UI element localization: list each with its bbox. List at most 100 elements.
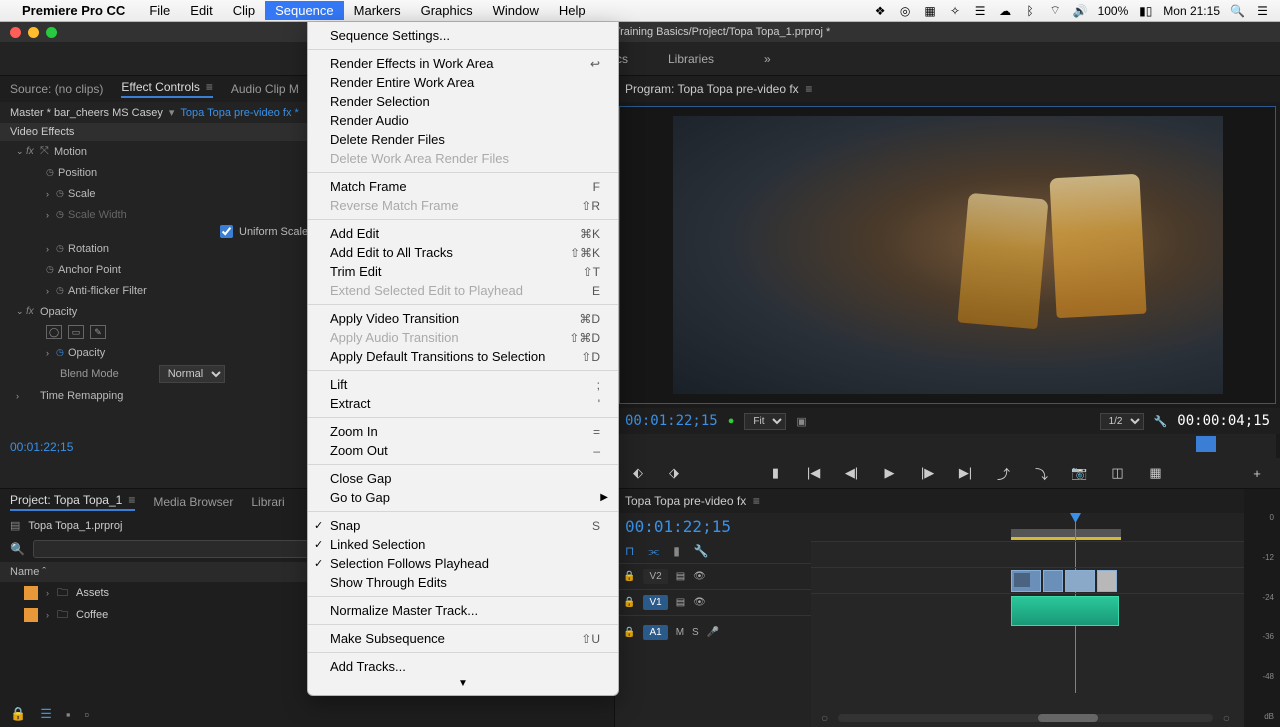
mark-out-icon[interactable]: ⬗ xyxy=(665,465,683,481)
add-button-icon[interactable]: + xyxy=(1248,466,1266,481)
menu-file[interactable]: File xyxy=(139,1,180,20)
add-marker-icon[interactable]: ▮ xyxy=(767,465,785,481)
workspace-overflow-icon[interactable]: » xyxy=(764,52,771,66)
menu-item-go-to-gap[interactable]: Go to Gap▶ xyxy=(308,488,618,507)
play-icon[interactable]: ▶ xyxy=(881,465,899,481)
menu-markers[interactable]: Markers xyxy=(344,1,411,20)
twisty-icon[interactable]: ⌄ xyxy=(16,146,26,157)
menu-item-render-entire-work-area[interactable]: Render Entire Work Area xyxy=(308,73,618,92)
spotlight-icon[interactable]: 🔍 xyxy=(1230,3,1245,18)
fx-badge-icon[interactable]: fx xyxy=(26,146,40,157)
track-v1-target[interactable]: V1 xyxy=(643,595,667,610)
voiceover-icon[interactable]: 🎤 xyxy=(707,627,719,638)
audio-clip[interactable] xyxy=(1011,596,1119,626)
menu-item-selection-follows-playhead[interactable]: ✓Selection Follows Playhead xyxy=(308,554,618,573)
program-timecode-right[interactable]: 00:00:04;15 xyxy=(1177,413,1270,429)
bluetooth-icon[interactable]: ᛒ xyxy=(1023,3,1038,18)
write-lock-icon[interactable]: 🔒 xyxy=(10,706,26,722)
button-editor-icon[interactable]: ▦ xyxy=(1147,465,1165,481)
fx-badge-icon[interactable]: fx xyxy=(26,306,40,317)
volume-icon[interactable]: 🔊 xyxy=(1073,3,1088,18)
panel-menu-icon[interactable]: ≡ xyxy=(128,493,135,507)
close-window-icon[interactable] xyxy=(10,27,21,38)
menu-clip[interactable]: Clip xyxy=(223,1,265,20)
twisty-icon[interactable]: ⌄ xyxy=(16,306,26,317)
menu-item-add-edit[interactable]: Add Edit⌘K xyxy=(308,224,618,243)
blend-mode-select[interactable]: Normal xyxy=(159,365,225,383)
solo-button[interactable]: S xyxy=(692,627,699,638)
menu-item-add-tracks[interactable]: Add Tracks... xyxy=(308,657,618,676)
icon-view-icon[interactable]: ▪ xyxy=(66,707,71,722)
twisty-icon[interactable]: › xyxy=(46,189,56,199)
pen-mask-icon[interactable]: ✎ xyxy=(90,325,106,339)
comparison-view-icon[interactable]: ◫ xyxy=(1109,465,1127,481)
menu-item-match-frame[interactable]: Match FrameF xyxy=(308,177,618,196)
tray-icon-1[interactable]: ❖ xyxy=(873,3,888,18)
lock-icon[interactable]: 🔒 xyxy=(623,597,635,608)
step-back-icon[interactable]: ◀| xyxy=(843,465,861,481)
tab-project[interactable]: Project: Topa Topa_1 ≡ xyxy=(10,493,135,511)
tab-audio-clip-mixer[interactable]: Audio Clip M xyxy=(231,82,299,96)
twisty-icon[interactable]: › xyxy=(46,588,49,598)
label-color-icon[interactable] xyxy=(24,608,38,622)
resolution-select[interactable]: 1/2 xyxy=(1100,413,1144,430)
battery-percent[interactable]: 100% xyxy=(1098,4,1129,18)
sort-asc-icon[interactable]: ˆ xyxy=(42,566,46,578)
mark-in-icon[interactable]: ⬖ xyxy=(629,465,647,481)
tray-icon-4[interactable]: ✧ xyxy=(948,3,963,18)
video-clip[interactable] xyxy=(1011,570,1041,592)
app-name[interactable]: Premiere Pro CC xyxy=(22,3,125,18)
menu-edit[interactable]: Edit xyxy=(180,1,222,20)
program-viewer[interactable] xyxy=(619,106,1276,404)
menu-item-zoom-in[interactable]: Zoom In= xyxy=(308,422,618,441)
program-mini-timeline[interactable] xyxy=(619,434,1276,458)
settings-icon[interactable]: 🔧 xyxy=(1154,415,1168,428)
sequence-name-link[interactable]: Topa Topa pre-video fx * xyxy=(180,107,298,119)
toggle-output-icon[interactable]: 👁 xyxy=(693,571,706,582)
creative-cloud-icon[interactable]: ◎ xyxy=(898,3,913,18)
track-lane-v2[interactable] xyxy=(811,541,1280,567)
panel-menu-icon[interactable]: ≡ xyxy=(206,80,213,94)
extract-icon[interactable]: ⤵ xyxy=(1033,464,1051,483)
list-view-icon[interactable]: ☰ xyxy=(40,706,52,722)
wifi-icon[interactable]: ⌔ xyxy=(1048,3,1063,18)
menu-help[interactable]: Help xyxy=(549,1,596,20)
menu-item-normalize-master-track[interactable]: Normalize Master Track... xyxy=(308,601,618,620)
timeline-ruler[interactable] xyxy=(811,513,1280,541)
menu-scroll-down-icon[interactable]: ▼ xyxy=(308,676,618,691)
menu-item-trim-edit[interactable]: Trim Edit⇧T xyxy=(308,262,618,281)
rect-mask-icon[interactable]: ▭ xyxy=(68,325,84,339)
lift-icon[interactable]: ⤴ xyxy=(995,464,1013,483)
lock-icon[interactable]: 🔒 xyxy=(623,627,635,638)
menu-item-show-through-edits[interactable]: Show Through Edits xyxy=(308,573,618,592)
scroll-thumb[interactable] xyxy=(1038,714,1098,722)
stopwatch-icon[interactable]: ◷ xyxy=(56,347,68,358)
maximize-window-icon[interactable] xyxy=(46,27,57,38)
linked-selection-icon[interactable]: ⫘ xyxy=(648,544,659,559)
menu-item-render-selection[interactable]: Render Selection xyxy=(308,92,618,111)
menu-item-render-audio[interactable]: Render Audio xyxy=(308,111,618,130)
snap-icon[interactable]: ⊓ xyxy=(625,544,634,559)
uniform-scale-checkbox[interactable] xyxy=(220,225,233,238)
tab-libraries[interactable]: Librari xyxy=(251,495,284,509)
label-color-icon[interactable] xyxy=(24,586,38,600)
video-clip[interactable] xyxy=(1097,570,1117,592)
panel-menu-icon[interactable]: ≡ xyxy=(753,494,760,508)
safe-margins-icon[interactable]: ▣ xyxy=(796,415,806,428)
marker-tool-icon[interactable]: ▮ xyxy=(673,544,680,559)
menu-window[interactable]: Window xyxy=(483,1,549,20)
work-area-bar[interactable] xyxy=(1011,529,1121,537)
track-lane-v1[interactable] xyxy=(811,567,1280,593)
menu-item-apply-video-transition[interactable]: Apply Video Transition⌘D xyxy=(308,309,618,328)
menu-item-snap[interactable]: ✓SnapS xyxy=(308,516,618,535)
bin-name[interactable]: Assets xyxy=(76,587,109,599)
panel-menu-icon[interactable]: ≡ xyxy=(805,82,812,96)
tray-icon-3[interactable]: ▦ xyxy=(923,3,938,18)
menu-graphics[interactable]: Graphics xyxy=(411,1,483,20)
menu-item-make-subsequence[interactable]: Make Subsequence⇧U xyxy=(308,629,618,648)
go-to-out-icon[interactable]: ▶| xyxy=(957,465,975,481)
notification-center-icon[interactable]: ☰ xyxy=(1255,3,1270,18)
menu-sequence[interactable]: Sequence xyxy=(265,1,344,20)
menu-item-apply-default-transitions-to-selection[interactable]: Apply Default Transitions to Selection⇧D xyxy=(308,347,618,366)
menu-item-render-effects-in-work-area[interactable]: Render Effects in Work Area↩ xyxy=(308,54,618,73)
